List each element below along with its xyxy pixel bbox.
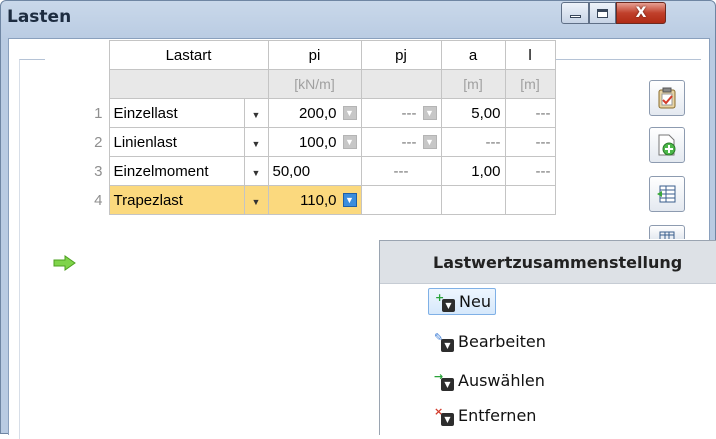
header-pj[interactable]: pj xyxy=(360,40,442,70)
close-button[interactable]: X xyxy=(616,2,666,24)
row-number: 3 xyxy=(45,156,109,186)
l-cell[interactable] xyxy=(504,185,556,215)
lasten-window: Lasten X Lastart pi pj a l [kN/m] [m] [m… xyxy=(0,0,716,439)
chevron-down-icon: ▼ xyxy=(251,196,261,207)
maximize-icon xyxy=(597,8,608,18)
lastart-cell[interactable]: Einzellast xyxy=(108,98,245,128)
pi-value: 100,0 xyxy=(298,133,337,151)
pi-value: 200,0 xyxy=(298,104,337,122)
toolbar-button-table[interactable] xyxy=(649,225,685,239)
menu-item-neu[interactable]: + ▼ Neu xyxy=(428,288,496,315)
lastart-dropdown[interactable]: ▼ xyxy=(244,156,269,186)
l-cell[interactable]: --- xyxy=(504,127,556,157)
pi-cell[interactable]: 110,0 ▼ xyxy=(267,185,362,215)
load-value-icon[interactable]: ▼ xyxy=(342,106,357,120)
row-number: 4 xyxy=(45,185,109,215)
l-cell[interactable]: --- xyxy=(504,98,556,128)
pi-cell[interactable]: 200,0 ▼ xyxy=(267,98,362,128)
a-cell[interactable] xyxy=(440,185,506,215)
lastart-dropdown[interactable]: ▼ xyxy=(244,127,269,157)
table-row[interactable]: 1 Einzellast ▼ 200,0 ▼ --- ▼ 5,00 --- xyxy=(45,98,556,128)
a-cell[interactable]: 5,00 xyxy=(440,98,506,128)
menu-title: Lastwertzusammenstellung xyxy=(433,253,683,272)
table-icon xyxy=(659,231,675,239)
load-value-icon[interactable]: ▼ xyxy=(342,193,357,207)
header-row: Lastart pi pj a l xyxy=(45,40,556,70)
pj-cell[interactable] xyxy=(360,185,442,215)
loads-table: Lastart pi pj a l [kN/m] [m] [m] 1 Einze… xyxy=(45,40,556,215)
a-cell[interactable]: 1,00 xyxy=(440,156,506,186)
menu-item-label: Bearbeiten xyxy=(458,332,546,351)
context-menu: Lastwertzusammenstellung + ▼ Neu ✎ ▼ Bearb… xyxy=(379,240,716,435)
unit-pi: [kN/m] xyxy=(267,69,362,99)
unit-lastart xyxy=(108,69,269,99)
chevron-down-icon: ▼ xyxy=(251,109,261,120)
maximize-button[interactable] xyxy=(589,2,616,24)
table-row-selected[interactable]: 4 Trapezlast ▼ 110,0 ▼ xyxy=(45,185,556,215)
menu-item-label: Auswählen xyxy=(458,371,545,390)
unit-pj xyxy=(360,69,442,99)
table-row[interactable]: 3 Einzelmoment ▼ 50,00 --- 1,00 --- xyxy=(45,156,556,186)
pi-cell[interactable]: 100,0 ▼ xyxy=(267,127,362,157)
pj-cell[interactable]: --- ▼ xyxy=(360,98,442,128)
lastart-dropdown[interactable]: ▼ xyxy=(244,185,269,215)
load-value-icon[interactable]: ▼ xyxy=(422,135,437,149)
unit-l: [m] xyxy=(504,69,556,99)
menu-item-auswaehlen[interactable]: → ▼ Auswählen xyxy=(428,367,549,394)
header-pi[interactable]: pi xyxy=(267,40,362,70)
load-value-icon[interactable]: ▼ xyxy=(422,106,437,120)
insert-row-icon xyxy=(657,185,676,203)
lastart-dropdown[interactable]: ▼ xyxy=(244,98,269,128)
row-number: 1 xyxy=(45,98,109,128)
select-icon: → ▼ xyxy=(434,371,454,391)
window-title: Lasten xyxy=(7,7,72,27)
title-bar[interactable]: Lasten X xyxy=(1,1,715,37)
clipboard-icon xyxy=(658,87,676,109)
lastart-cell[interactable]: Trapezlast xyxy=(108,185,245,215)
new-icon: + ▼ xyxy=(435,292,455,312)
row-number: 2 xyxy=(45,127,109,157)
edit-icon: ✎ ▼ xyxy=(434,332,454,352)
lastart-cell[interactable]: Einzelmoment xyxy=(108,156,245,186)
current-row-arrow-icon xyxy=(53,255,76,271)
toolbar-button-insert-row[interactable] xyxy=(649,176,685,212)
menu-item-entfernen[interactable]: × ▼ Entfernen xyxy=(428,402,540,429)
menu-item-label: Entfernen xyxy=(458,406,537,425)
toolbar-button-clipboard[interactable] xyxy=(649,80,685,116)
chevron-down-icon: ▼ xyxy=(251,167,261,178)
menu-item-bearbeiten[interactable]: ✎ ▼ Bearbeiten xyxy=(428,328,550,355)
minimize-button[interactable] xyxy=(561,2,589,24)
pi-value: 110,0 xyxy=(300,191,337,209)
header-l[interactable]: l xyxy=(504,40,556,70)
unit-a: [m] xyxy=(440,69,506,99)
pi-cell[interactable]: 50,00 xyxy=(267,156,362,186)
table-row[interactable]: 2 Linienlast ▼ 100,0 ▼ --- ▼ --- --- xyxy=(45,127,556,157)
remove-icon: × ▼ xyxy=(434,406,454,426)
pi-value: 50,00 xyxy=(272,162,311,180)
header-lastart[interactable]: Lastart xyxy=(108,40,269,70)
pj-cell[interactable]: --- xyxy=(360,156,442,186)
pj-cell[interactable]: --- ▼ xyxy=(360,127,442,157)
lastart-cell[interactable]: Linienlast xyxy=(108,127,245,157)
menu-header: Lastwertzusammenstellung xyxy=(380,241,716,284)
load-value-icon[interactable]: ▼ xyxy=(342,135,357,149)
menu-item-label: Neu xyxy=(459,292,491,311)
close-icon: X xyxy=(635,5,647,21)
unit-row: [kN/m] [m] [m] xyxy=(45,69,556,99)
new-document-icon xyxy=(658,134,676,156)
pj-value: --- xyxy=(401,133,417,151)
pj-value: --- xyxy=(401,104,417,122)
header-a[interactable]: a xyxy=(440,40,506,70)
l-cell[interactable]: --- xyxy=(504,156,556,186)
toolbar-button-new[interactable] xyxy=(649,127,685,163)
minimize-icon xyxy=(569,15,581,18)
chevron-down-icon: ▼ xyxy=(251,138,261,149)
a-cell[interactable]: --- xyxy=(440,127,506,157)
pj-value: --- xyxy=(393,162,409,180)
